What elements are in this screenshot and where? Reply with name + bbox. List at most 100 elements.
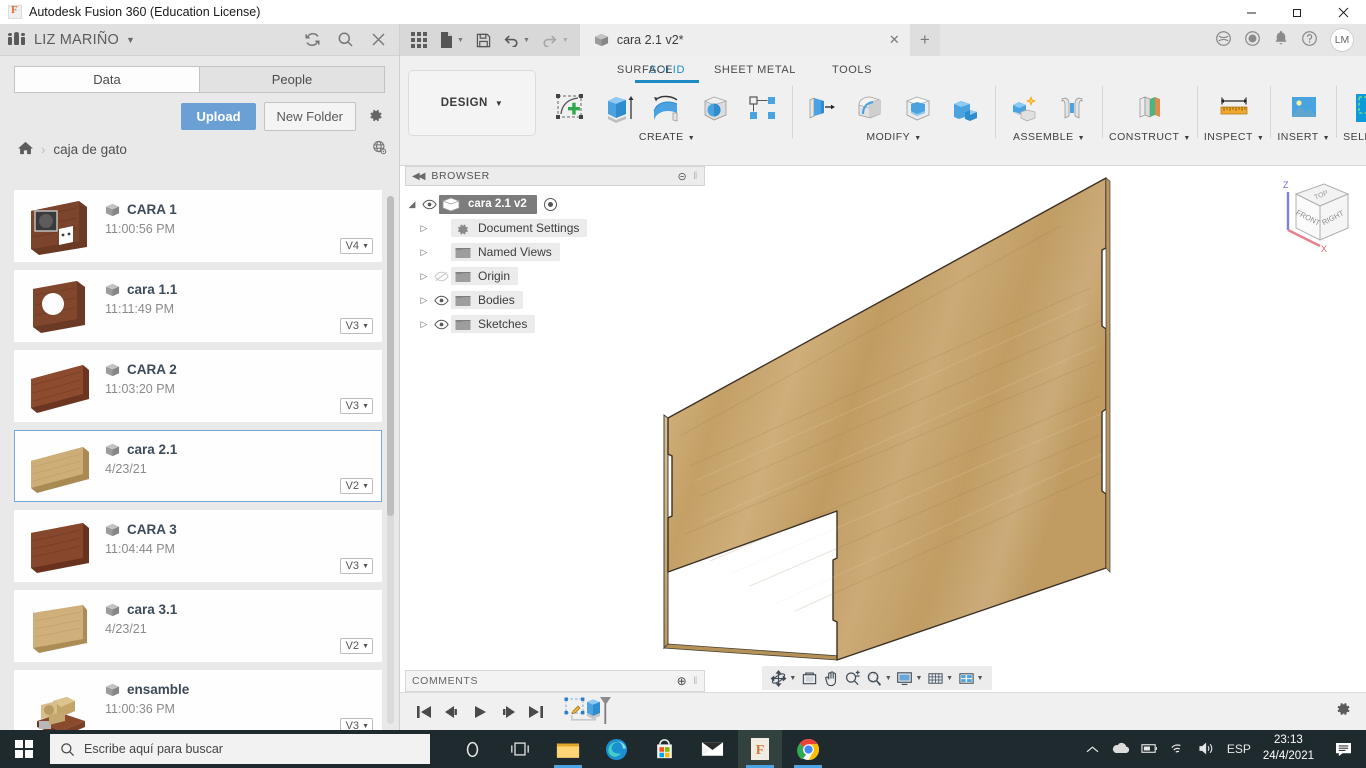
step-forward-icon[interactable] [494, 698, 522, 726]
tab-people[interactable]: People [199, 66, 385, 93]
new-tab-button[interactable]: + [909, 24, 940, 56]
tab-data[interactable]: Data [14, 66, 199, 93]
redo-icon[interactable]: ▼ [537, 27, 574, 53]
view-cube[interactable]: TOP FRONT RIGHT Z X [1266, 170, 1358, 262]
zoom-icon[interactable] [844, 670, 861, 687]
ribbon-group-label-construct[interactable]: CONSTRUCT ▼ [1109, 131, 1191, 143]
ribbon-group-label-select[interactable]: SELECT▼ [1343, 131, 1366, 143]
workspace-switcher[interactable]: DESIGN ▼ [408, 70, 536, 136]
expand-triangle-icon[interactable]: ▷ [417, 223, 431, 234]
show-hidden-icons-chevron[interactable] [1086, 743, 1099, 756]
go-to-beginning-icon[interactable] [410, 698, 438, 726]
cortana-icon[interactable] [450, 730, 494, 768]
add-comment-icon[interactable]: ⊕ [677, 674, 688, 688]
browser-root-row[interactable]: ◢ cara 2.1 v2 [405, 192, 705, 216]
sweep-icon[interactable] [692, 89, 738, 129]
team-name[interactable]: LIZ MARIÑO [34, 32, 119, 48]
upload-button[interactable]: Upload [181, 103, 256, 130]
tab-surface[interactable]: SURFACE [617, 56, 673, 76]
expand-triangle-icon[interactable]: ◢ [405, 199, 419, 210]
rectangular-pattern-icon[interactable] [740, 89, 786, 129]
team-dropdown-caret-icon[interactable]: ▼ [126, 35, 135, 45]
timeline-settings-gear-icon[interactable] [1334, 700, 1356, 723]
version-badge[interactable]: V2 ▼ [339, 478, 373, 494]
measure-icon[interactable] [1211, 89, 1257, 129]
home-icon[interactable] [18, 141, 33, 158]
data-file-item[interactable]: CARA 3 11:04:44 PM V3 ▼ [14, 510, 382, 582]
eye-icon[interactable] [431, 319, 451, 330]
volume-icon[interactable] [1198, 742, 1215, 757]
chevron-down-icon[interactable]: ▼ [523, 37, 530, 44]
data-file-item[interactable]: CARA 1 11:00:56 PM V4 ▼ [14, 190, 382, 262]
language-indicator[interactable]: ESP [1227, 742, 1251, 756]
data-file-item[interactable]: ensamble 11:00:36 PM V3 ▼ [14, 670, 382, 730]
browser-node-row[interactable]: ▷ Sketches [405, 312, 705, 336]
activate-component-radio[interactable] [543, 197, 557, 211]
extensions-icon[interactable] [1215, 30, 1232, 50]
collapse-browser-icon[interactable]: ◀◀ [412, 171, 425, 182]
revolve-icon[interactable] [644, 89, 690, 129]
create-sketch-icon[interactable] [548, 89, 594, 129]
joint-icon[interactable] [1050, 89, 1096, 129]
timeline-features[interactable] [564, 696, 620, 728]
construct-plane-icon[interactable] [1127, 89, 1173, 129]
extrude-icon[interactable] [596, 89, 642, 129]
minimize-button[interactable] [1228, 0, 1274, 24]
mail-icon[interactable] [690, 730, 734, 768]
windows-start-icon[interactable] [0, 730, 48, 768]
shell-icon[interactable] [895, 89, 941, 129]
data-file-item[interactable]: cara 1.1 11:11:49 PM V3 ▼ [14, 270, 382, 342]
play-icon[interactable] [466, 698, 494, 726]
ribbon-group-label-inspect[interactable]: INSPECT ▼ [1204, 131, 1264, 143]
version-badge[interactable]: V4 ▼ [339, 238, 373, 254]
eye-icon[interactable] [431, 295, 451, 306]
viewport-3d[interactable]: ◀◀ BROWSER ⊝ ‖ ◢ cara 2.1 v2 ▷ Document … [400, 166, 1366, 696]
fusion360-icon[interactable]: F [738, 730, 782, 768]
insert-image-icon[interactable] [1281, 89, 1327, 129]
document-tab[interactable]: cara 2.1 v2* ✕ [579, 24, 910, 56]
onedrive-icon[interactable] [1111, 742, 1129, 756]
document-tab-close-icon[interactable]: ✕ [869, 32, 900, 48]
grid-snap-icon[interactable]: ▼ [927, 670, 953, 687]
version-badge[interactable]: V3 ▼ [339, 398, 373, 414]
undo-icon[interactable]: ▼ [498, 27, 535, 53]
grid-icon[interactable] [406, 27, 432, 53]
battery-icon[interactable] [1141, 743, 1158, 756]
browser-node-row[interactable]: ▷ Origin [405, 264, 705, 288]
pan-icon[interactable] [823, 670, 840, 687]
close-panel-icon[interactable] [370, 31, 387, 48]
search-icon[interactable] [337, 31, 354, 48]
new-component-icon[interactable] [1002, 89, 1048, 129]
new-document-icon[interactable]: ▼ [434, 27, 469, 53]
browser-minimize-icon[interactable]: ⊝ [677, 170, 687, 183]
press-pull-icon[interactable] [799, 89, 845, 129]
comments-resize-grip[interactable]: ‖ [693, 676, 698, 687]
go-to-end-icon[interactable] [522, 698, 550, 726]
data-file-item[interactable]: cara 2.1 4/23/21 V2 ▼ [14, 430, 382, 502]
version-badge[interactable]: V3 ▼ [339, 558, 373, 574]
browser-node-chip[interactable]: Origin [451, 267, 519, 285]
ribbon-group-label-create[interactable]: CREATE ▼ [639, 131, 695, 143]
chevron-down-icon[interactable]: ▼ [457, 37, 464, 44]
avatar[interactable]: LM [1330, 28, 1354, 52]
save-icon[interactable] [471, 27, 496, 53]
chevron-down-icon[interactable]: ▼ [495, 99, 503, 108]
eye-off-icon[interactable] [431, 271, 451, 282]
browser-node-chip[interactable]: Sketches [451, 315, 536, 333]
version-badge[interactable]: V3 ▼ [339, 318, 373, 334]
comments-panel[interactable]: COMMENTS ⊕ ‖ [405, 670, 705, 692]
step-back-icon[interactable] [438, 698, 466, 726]
select-icon[interactable] [1348, 89, 1366, 129]
browser-node-row[interactable]: ▷ Named Views [405, 240, 705, 264]
close-button[interactable] [1320, 0, 1366, 24]
data-file-item[interactable]: CARA 2 11:03:20 PM V3 ▼ [14, 350, 382, 422]
gear-icon[interactable] [364, 107, 387, 127]
look-at-icon[interactable] [801, 670, 818, 687]
browser-node-chip[interactable]: Bodies [451, 291, 523, 309]
ribbon-group-label-insert[interactable]: INSERT ▼ [1277, 131, 1330, 143]
tab-sheet-metal[interactable]: SHEET METAL [714, 56, 796, 76]
browser-node-chip[interactable]: Named Views [451, 243, 560, 261]
eye-icon[interactable] [419, 199, 439, 210]
taskbar-search-input[interactable]: Escribe aquí para buscar [50, 734, 430, 764]
combine-icon[interactable] [943, 89, 989, 129]
